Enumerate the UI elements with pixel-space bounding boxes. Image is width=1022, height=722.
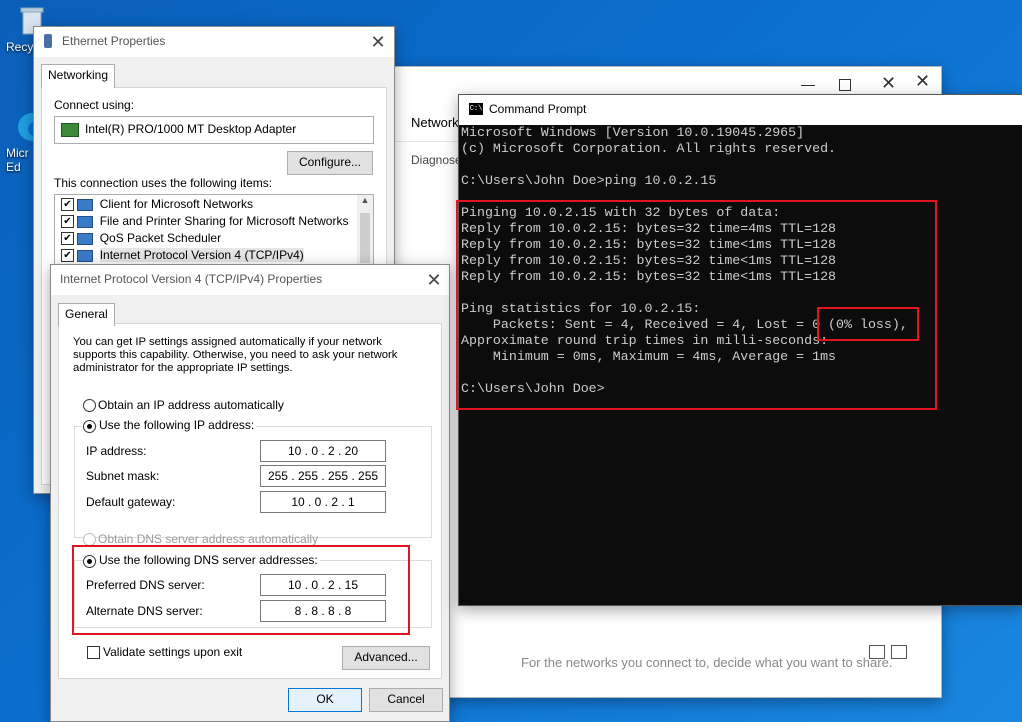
ethernet-titlebar: Ethernet Properties ✕ (34, 27, 394, 57)
list-item-selected[interactable]: ✔ Internet Protocol Version 4 (TCP/IPv4) (61, 248, 304, 264)
cmd-titlebar: C:\ Command Prompt (459, 95, 1022, 125)
item-checkbox[interactable]: ✔ (61, 249, 74, 263)
console-line: C:\Users\John Doe>ping 10.0.2.15 (461, 173, 717, 188)
item-label: File and Printer Sharing for Microsoft N… (99, 214, 349, 228)
list-item[interactable]: ✔ File and Printer Sharing for Microsoft… (61, 214, 348, 230)
items-label: This connection uses the following items… (54, 176, 273, 190)
network-service-icon (77, 232, 94, 245)
ethernet-close-icon[interactable]: ✕ (366, 30, 390, 54)
items-scrollbar[interactable]: ▲ (357, 195, 373, 271)
use-ip-radio[interactable] (83, 420, 96, 433)
ipv4-properties-window: Internet Protocol Version 4 (TCP/IPv4) P… (50, 264, 450, 722)
ipv4-close-icon[interactable]: ✕ (422, 268, 446, 292)
settings-divider (393, 141, 463, 142)
intro-text: You can get IP settings assigned automat… (73, 336, 398, 374)
loss-highlight-box (817, 307, 919, 341)
ipv4-titlebar: Internet Protocol Version 4 (TCP/IPv4) P… (51, 265, 449, 295)
scroll-up-icon[interactable]: ▲ (357, 195, 373, 205)
tab-general[interactable]: General (58, 303, 115, 326)
network-service-icon (77, 215, 94, 228)
settings-bottom-text: For the networks you connect to, decide … (521, 655, 893, 670)
adapter-name: Intel(R) PRO/1000 MT Desktop Adapter (85, 122, 297, 136)
item-checkbox[interactable]: ✔ (61, 232, 74, 246)
ethernet-title: Ethernet Properties (62, 34, 166, 48)
obtain-ip-radio[interactable] (83, 399, 96, 412)
cmd-window-icon: C:\ (469, 103, 483, 115)
console-line: Microsoft Windows [Version 10.0.19045.29… (461, 125, 805, 140)
gateway-field[interactable]: 10 . 0 . 2 . 1 (260, 491, 386, 513)
network-client-icon (77, 198, 94, 211)
ip-address-field[interactable]: 10 . 0 . 2 . 20 (260, 440, 386, 462)
ping-output-highlight-box (456, 200, 937, 410)
ip-address-label: IP address: (86, 444, 147, 458)
adapter-icon (61, 123, 79, 137)
connect-using-label: Connect using: (54, 98, 135, 112)
validate-label[interactable]: Validate settings upon exit (103, 645, 242, 659)
configure-button[interactable]: Configure... (287, 151, 373, 175)
ipv4-title: Internet Protocol Version 4 (TCP/IPv4) P… (60, 272, 323, 286)
subnet-mask-field[interactable]: 255 . 255 . 255 . 255 (260, 465, 386, 487)
network-protocol-icon (77, 249, 94, 262)
settings-network-text: Network (411, 115, 459, 130)
settings-close-icon-2[interactable]: ✕ (915, 71, 930, 92)
ok-button[interactable]: OK (288, 688, 362, 712)
obtain-dns-label[interactable]: Obtain DNS server address automatically (98, 532, 318, 546)
adapter-box: Intel(R) PRO/1000 MT Desktop Adapter (54, 116, 374, 144)
scroll-thumb[interactable] (360, 213, 370, 263)
obtain-ip-label[interactable]: Obtain an IP address automatically (98, 398, 284, 412)
view-details-icon[interactable] (869, 645, 885, 659)
cancel-button[interactable]: Cancel (369, 688, 443, 712)
advanced-button[interactable]: Advanced... (342, 646, 430, 670)
item-checkbox[interactable]: ✔ (61, 198, 74, 212)
item-label: Client for Microsoft Networks (99, 197, 254, 211)
dns-highlight-box (72, 545, 410, 635)
view-tiles-icon[interactable] (891, 645, 907, 659)
settings-diagnose-link[interactable]: Diagnose (411, 153, 462, 167)
tab-networking[interactable]: Networking (41, 64, 116, 88)
subnet-mask-label: Subnet mask: (86, 469, 160, 483)
settings-close-icon[interactable]: ✕ (881, 73, 896, 94)
item-checkbox[interactable]: ✔ (61, 215, 74, 229)
item-label: QoS Packet Scheduler (99, 231, 222, 245)
validate-checkbox[interactable] (87, 646, 100, 659)
settings-minimize-icon[interactable] (801, 85, 815, 86)
console-line: (c) Microsoft Corporation. All rights re… (461, 141, 837, 156)
settings-maximize-icon[interactable] (839, 79, 851, 91)
list-item[interactable]: ✔ QoS Packet Scheduler (61, 231, 221, 247)
cmd-title: Command Prompt (489, 102, 587, 116)
item-label: Internet Protocol Version 4 (TCP/IPv4) (99, 248, 304, 262)
items-list[interactable]: ✔ Client for Microsoft Networks ✔ File a… (54, 194, 374, 272)
gateway-label: Default gateway: (86, 495, 176, 509)
use-ip-label[interactable]: Use the following IP address: (97, 418, 257, 432)
ethernet-window-icon (44, 34, 52, 48)
list-item[interactable]: ✔ Client for Microsoft Networks (61, 197, 253, 213)
